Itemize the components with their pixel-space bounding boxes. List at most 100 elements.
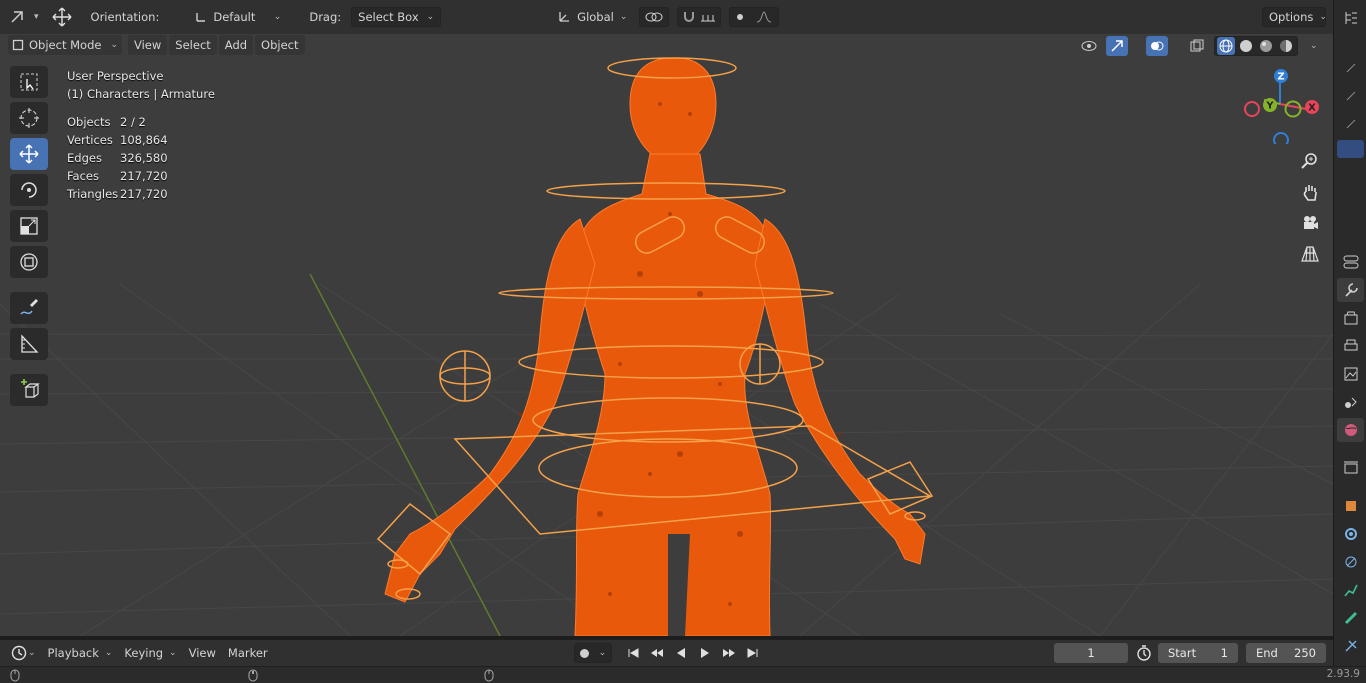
gizmo-toggle-icon[interactable] xyxy=(1106,36,1128,56)
menu-add[interactable]: Add xyxy=(218,35,254,55)
output-properties-tab[interactable] xyxy=(1337,334,1364,358)
transform-orientation-dropdown[interactable]: Global ⌄ xyxy=(551,7,631,27)
menu-object[interactable]: Object xyxy=(255,35,305,55)
visibility-eye-icon[interactable] xyxy=(1078,36,1100,56)
bone-data-icon xyxy=(1344,611,1357,625)
chevron-down-icon[interactable]: ⌄ xyxy=(28,648,36,658)
shading-mode-group xyxy=(1214,36,1298,56)
character-mesh[interactable] xyxy=(384,57,926,636)
rendered-shading-icon[interactable] xyxy=(1277,37,1295,55)
object-cube-icon xyxy=(1345,501,1356,511)
pin-icon xyxy=(1346,91,1355,101)
collection-name: (1) Characters | Armature xyxy=(67,87,215,101)
navigation-gizmo[interactable]: Z Y X xyxy=(1240,64,1320,144)
view-layer-properties-tab[interactable] xyxy=(1337,362,1364,386)
world-globe-icon xyxy=(1344,424,1357,436)
current-frame-field[interactable]: 1 xyxy=(1054,643,1128,663)
render-properties-tab[interactable] xyxy=(1337,306,1364,330)
orientation-dropdown[interactable]: Default ⌄ xyxy=(189,7,287,27)
menu-view[interactable]: View xyxy=(128,35,168,55)
play-reverse-icon[interactable] xyxy=(670,643,692,663)
stat-row: Edges 326,580 xyxy=(67,149,215,167)
restrict-toggle-1[interactable] xyxy=(1337,56,1364,80)
preview-range-stopwatch-icon[interactable] xyxy=(1133,643,1155,663)
tool-shelf xyxy=(8,66,50,410)
auto-keying-toggle[interactable]: ⌄ xyxy=(574,643,612,663)
add-cube-tool[interactable] xyxy=(10,374,48,406)
negative-z-axis-handle[interactable] xyxy=(1273,132,1289,144)
transform-tool[interactable] xyxy=(10,246,48,278)
menu-select[interactable]: Select xyxy=(169,35,217,55)
pan-hand-icon xyxy=(1303,185,1317,201)
link-icon xyxy=(645,12,663,22)
orientation-value: Default xyxy=(213,10,256,24)
pivot-point-dropdown[interactable] xyxy=(639,7,670,27)
cursor-tool[interactable] xyxy=(10,102,48,134)
transform-orientation-value: Global xyxy=(577,10,614,24)
3d-viewport[interactable]: Object Mode ⌄ View Select Add Object ⌄ U… xyxy=(0,34,1333,636)
restrict-toggle-2[interactable] xyxy=(1337,84,1364,108)
negative-x-axis-handle[interactable] xyxy=(1244,101,1260,117)
chevron-down-icon: ⌄ xyxy=(426,12,435,22)
camera-view-button[interactable] xyxy=(1297,210,1323,236)
proportional-editing-toggle[interactable] xyxy=(729,7,780,27)
jump-to-end-icon[interactable] xyxy=(742,643,764,663)
xray-toggle-icon[interactable] xyxy=(1186,36,1208,56)
annotate-tool[interactable] xyxy=(10,292,48,324)
drag-dropdown[interactable]: Select Box ⌄ xyxy=(351,7,442,27)
chevron-down-icon[interactable]: ▾ xyxy=(34,12,39,22)
tool-properties-tab[interactable] xyxy=(1337,278,1364,302)
solid-shading-icon[interactable] xyxy=(1237,37,1255,55)
restrict-toggle-3[interactable] xyxy=(1337,112,1364,136)
wireframe-shading-icon[interactable] xyxy=(1217,37,1235,55)
tool-wrench-icon xyxy=(1344,283,1358,297)
jump-to-keyframe-forward-icon[interactable] xyxy=(718,643,740,663)
start-frame-label: Start xyxy=(1168,646,1197,660)
cursor-icon xyxy=(19,108,39,128)
jump-to-start-icon[interactable] xyxy=(622,643,644,663)
collection-properties-tab[interactable] xyxy=(1337,456,1364,480)
move-tool[interactable] xyxy=(10,138,48,170)
proportional-editing-icon xyxy=(736,14,743,20)
modifier-properties-tab[interactable] xyxy=(1337,522,1364,546)
play-icon[interactable] xyxy=(694,643,716,663)
outliner-toggle[interactable] xyxy=(1337,6,1364,30)
menu-playback[interactable]: Playback ⌄ xyxy=(42,643,119,663)
object-data-properties-tab[interactable] xyxy=(1337,606,1364,630)
scene-properties-tab[interactable] xyxy=(1337,390,1364,414)
rotate-tool[interactable] xyxy=(10,174,48,206)
snapping-toggle[interactable] xyxy=(677,7,722,27)
pan-button[interactable] xyxy=(1297,179,1323,205)
transform-pivot-icon[interactable] xyxy=(6,7,28,27)
scale-tool[interactable] xyxy=(10,210,48,242)
material-shading-icon[interactable] xyxy=(1257,37,1275,55)
chevron-down-icon[interactable]: ⌄ xyxy=(1310,41,1318,51)
constraints-properties-tab[interactable] xyxy=(1337,634,1364,658)
perspective-toggle-button[interactable] xyxy=(1297,241,1323,267)
physics-properties-tab[interactable] xyxy=(1337,578,1364,602)
object-properties-tab[interactable] xyxy=(1337,494,1364,518)
particles-properties-tab[interactable] xyxy=(1337,550,1364,574)
overlays-toggle-icon[interactable] xyxy=(1146,36,1168,56)
properties-toggle[interactable] xyxy=(1337,250,1364,274)
negative-y-axis-handle[interactable] xyxy=(1284,100,1302,118)
menu-timeline-view[interactable]: View xyxy=(183,643,222,663)
end-frame-field[interactable]: End 250 xyxy=(1246,643,1326,663)
mode-selector[interactable]: Object Mode ⌄ xyxy=(8,35,122,55)
jump-to-keyframe-back-icon[interactable] xyxy=(646,643,668,663)
start-frame-field[interactable]: Start 1 xyxy=(1158,643,1238,663)
world-properties-tab[interactable] xyxy=(1337,418,1364,442)
mode-value: Object Mode xyxy=(29,38,102,52)
select-box-tool[interactable] xyxy=(10,66,48,98)
editor-type-clock-icon[interactable] xyxy=(8,643,30,663)
drag-label: Drag: xyxy=(309,10,342,24)
menu-marker[interactable]: Marker xyxy=(222,643,274,663)
menu-keying[interactable]: Keying ⌄ xyxy=(118,643,182,663)
properties-editor-tabs xyxy=(1333,0,1366,683)
zoom-button[interactable] xyxy=(1297,148,1323,174)
falloff-curve-icon xyxy=(756,11,771,23)
selected-row-highlight[interactable] xyxy=(1337,140,1364,158)
options-dropdown[interactable]: Options ⌄ xyxy=(1262,7,1327,27)
measure-tool[interactable] xyxy=(10,328,48,360)
